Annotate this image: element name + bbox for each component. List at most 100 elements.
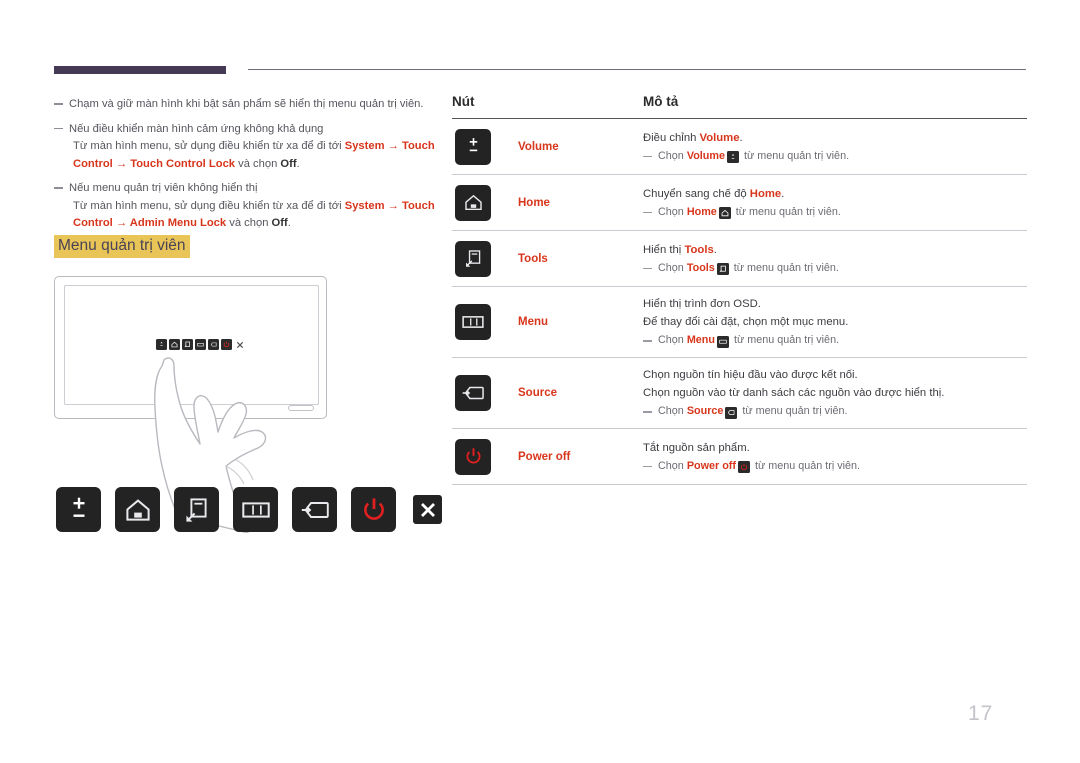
document-page: Chạm và giữ màn hình khi bật sản phẩm sẽ… [0, 0, 1080, 763]
note-post: từ menu quản trị viên. [732, 205, 841, 218]
table-row: Source Chọn nguồn tín hiệu đầu vào được … [452, 358, 1027, 429]
table-header-row: Nút Mô tả [452, 94, 1027, 119]
menu-grid-icon [455, 304, 491, 340]
row-button-name: Menu [518, 316, 549, 328]
row-icon-cell [452, 304, 518, 340]
note-text: Chạm và giữ màn hình khi bật sản phẩm sẽ… [69, 98, 424, 110]
desc-pre: Hiển thị [643, 243, 685, 256]
note-emphasis: Power off [686, 459, 736, 472]
row-icon-cell [452, 128, 518, 165]
page-title: Menu quản trị viên [54, 235, 190, 258]
row-button-name: Tools [518, 252, 548, 265]
description-line: Chọn nguồn tín hiệu đầu vào được kết nối… [643, 366, 1027, 384]
note-post: từ menu quản trị viên. [752, 459, 861, 472]
table-row: Tools Hiển thị Tools. Chọn Tools từ menu… [452, 231, 1027, 287]
description-line: Chọn nguồn vào từ danh sách các nguồn và… [643, 384, 1027, 402]
note-subtext: Từ màn hình menu, sử dụng điều khiển từ … [69, 198, 439, 233]
row-button-name: Source [518, 387, 557, 399]
row-description-cell: Tắt nguồn sản phẩm. Chọn Power off từ me… [643, 439, 1027, 475]
note-sub-mid: và chọn [226, 217, 272, 229]
note-item: Chạm và giữ màn hình khi bật sản phẩm sẽ… [54, 96, 439, 114]
row-button-name: Volume [518, 140, 559, 153]
row-button-name: Home [518, 196, 550, 209]
table-row: Home Chuyển sang chế độ Home. Chọn Home … [452, 175, 1027, 231]
note-pre: Chọn [658, 334, 687, 346]
description-note: Chọn Menu từ menu quản trị viên. [643, 332, 1027, 349]
desc-pre: Hiển thị trình đơn OSD. [643, 298, 761, 310]
note-post: từ menu quản trị viên. [731, 334, 840, 346]
note-bold-system: System [344, 140, 385, 152]
row-icon-cell [452, 240, 518, 277]
desc-post: . [739, 131, 743, 144]
description-note: Chọn Home từ menu quản trị viên. [643, 204, 1027, 221]
description-line: Chuyển sang chế độ Home. [643, 185, 1027, 203]
desc-pre: Để thay đổi cài đặt, chọn một mục menu. [643, 316, 849, 328]
button-description-table: Nút Mô tả Volume Điều chỉnh Volume. Chọn… [452, 94, 1027, 485]
desc-pre: Chọn nguồn tín hiệu đầu vào được kết nối… [643, 369, 858, 381]
description-line: Tắt nguồn sản phẩm. [643, 439, 1027, 457]
desc-emphasis: Volume [699, 131, 740, 144]
note-pre: Chọn [658, 205, 687, 218]
note-text: Nếu điều khiển màn hình cảm ứng không kh… [69, 122, 324, 135]
row-description-cell: Điều chỉnh Volume. Chọn Volume từ menu q… [643, 129, 1027, 165]
note-bold-off: Off [271, 217, 288, 229]
description-line: Hiển thị trình đơn OSD. [643, 295, 1027, 313]
desc-pre: Điều chỉnh [643, 131, 700, 144]
note-item: Nếu menu quản trị viên không hiển thị Từ… [54, 180, 439, 233]
row-icon-cell [452, 184, 518, 221]
table-row: Menu Hiển thị trình đơn OSD. Để thay đổi… [452, 287, 1027, 358]
note-post: từ menu quản trị viên. [730, 261, 839, 274]
note-text: Nếu menu quản trị viên không hiển thị [69, 182, 258, 194]
note-post: từ menu quản trị viên. [741, 149, 850, 162]
column-header-button: Nút [452, 94, 475, 109]
note-emphasis: Tools [686, 261, 715, 274]
desc-pre: Chuyển sang chế độ [643, 187, 750, 200]
note-bold-system: System [344, 199, 385, 212]
note-sub-post: . [296, 157, 300, 170]
page-number: 17 [968, 702, 994, 725]
note-bold-lock: Touch Control Lock [130, 157, 236, 170]
monitor-illustration [54, 276, 344, 533]
note-emphasis: Source [686, 405, 724, 417]
note-arrow: → [112, 157, 131, 170]
note-emphasis: Menu [686, 334, 716, 346]
row-description-cell: Hiển thị trình đơn OSD. Để thay đổi cài … [643, 295, 1027, 349]
note-arrow: → [384, 140, 402, 152]
control-button-row [56, 487, 442, 532]
note-sub-mid: và chọn [235, 157, 281, 170]
row-icon-cell [452, 375, 518, 411]
menu-button[interactable] [233, 487, 278, 532]
header-rule-bar [54, 66, 226, 74]
volume-plus-minus-icon [455, 128, 491, 165]
note-pre: Chọn [658, 459, 687, 472]
note-sub-pre: Từ màn hình menu, sử dụng điều khiển từ … [73, 140, 345, 152]
home-icon [455, 184, 491, 221]
description-line: Điều chỉnh Volume. [643, 129, 1027, 147]
note-post: từ menu quản trị viên. [739, 405, 848, 417]
desc-pre: Tắt nguồn sản phẩm. [643, 441, 750, 454]
home-button[interactable] [115, 487, 160, 532]
tools-button[interactable] [174, 487, 219, 532]
description-note: Chọn Power off từ menu quản trị viên. [643, 458, 1027, 475]
source-button[interactable] [292, 487, 337, 532]
table-row: Volume Điều chỉnh Volume. Chọn Volume từ… [452, 119, 1027, 175]
close-button[interactable] [413, 495, 442, 524]
volume-icon [727, 150, 740, 163]
note-arrow: → [112, 217, 130, 229]
row-icon-cell [452, 438, 518, 475]
desc-emphasis: Tools [684, 243, 714, 256]
note-pre: Chọn [658, 261, 687, 274]
note-bold-off: Off [280, 157, 297, 170]
desc-post: . [781, 187, 785, 200]
desc-pre: Chọn nguồn vào từ danh sách các nguồn và… [643, 387, 945, 399]
description-line: Hiển thị Tools. [643, 241, 1027, 259]
notes-block: Chạm và giữ màn hình khi bật sản phẩm sẽ… [54, 96, 439, 240]
header-rule-line [248, 69, 1026, 70]
description-note: Chọn Tools từ menu quản trị viên. [643, 260, 1027, 277]
note-subtext: Từ màn hình menu, sử dụng điều khiển từ … [69, 138, 439, 173]
source-arrow-icon [455, 375, 491, 411]
volume-button[interactable] [56, 487, 101, 532]
home-icon [718, 206, 731, 219]
description-line: Để thay đổi cài đặt, chọn một mục menu. [643, 313, 1027, 331]
power-off-button[interactable] [351, 487, 396, 532]
